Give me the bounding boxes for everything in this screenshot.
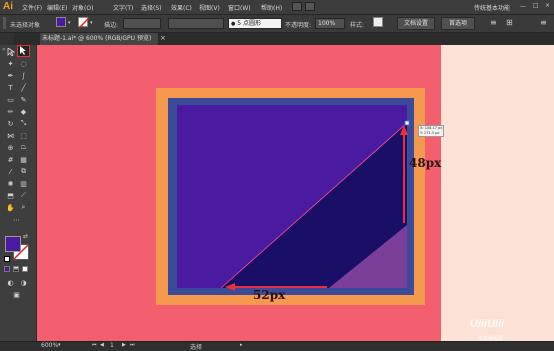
hand-icon[interactable]: ✋ [6, 203, 15, 212]
stroke-weight-field[interactable] [123, 18, 161, 29]
pencil-icon[interactable]: ✏ [6, 107, 15, 116]
magic-wand-icon[interactable]: ✦ [6, 59, 15, 68]
first-artboard-icon[interactable]: ⏮ [92, 342, 97, 348]
opacity-label: 不透明度: [285, 22, 312, 29]
document-tab-title: 未标题-1.ai* @ 600% (RGB/GPU 预览) [42, 35, 152, 42]
status-bar [0, 341, 554, 350]
chevron-right-icon[interactable]: ▸ [240, 342, 243, 348]
chevron-down-icon[interactable]: ▾ [68, 20, 71, 26]
panel-menu-icon[interactable]: ≡ [540, 18, 547, 27]
maximize-icon[interactable]: □ [533, 2, 539, 9]
paintbrush-icon[interactable]: ✎ [19, 95, 28, 104]
coordinate-readout: X: 108.17 px Y: 271.3 px [418, 125, 444, 137]
last-artboard-icon[interactable]: ⏭ [130, 342, 135, 348]
menu-file[interactable]: 文件(F) [22, 3, 42, 12]
preferences-button[interactable]: 首选项 [441, 17, 475, 30]
menu-help[interactable]: 帮助(H) [261, 3, 282, 12]
workspace-switcher[interactable]: 传统基本功能 [474, 3, 510, 12]
selection-arrow-filled [20, 46, 26, 55]
transform-icon[interactable]: ⊞ [506, 18, 516, 28]
anchor-point[interactable] [404, 120, 410, 126]
close-tab-icon[interactable]: × [160, 34, 166, 42]
align-icon[interactable]: ≡ [490, 18, 500, 28]
slice-icon[interactable]: ⟋ [19, 191, 28, 200]
lasso-icon[interactable]: ◌ [19, 59, 28, 68]
line-icon[interactable]: ╱ [19, 83, 28, 92]
fill-color-swatch[interactable] [56, 17, 66, 27]
width-icon[interactable]: ⋈ [6, 131, 15, 140]
zoom-level[interactable]: 600% [41, 342, 58, 349]
mesh-icon[interactable]: # [6, 155, 15, 164]
chevron-down-icon[interactable]: ▾ [90, 20, 93, 26]
artboard-icon[interactable]: ⬒ [6, 191, 15, 200]
menu-edit[interactable]: 编辑(E) [47, 3, 67, 12]
bridge-icon[interactable] [292, 2, 302, 11]
swap-fill-stroke-icon[interactable]: ⇄ [23, 233, 28, 240]
selection-arrow-outline [7, 47, 15, 56]
more-tools-icon[interactable]: ⋯ [12, 215, 21, 224]
document-setup-button[interactable]: 文档设置 [397, 17, 435, 30]
free-transform-icon[interactable]: ⬚ [19, 131, 28, 140]
opacity-field[interactable]: 100% [315, 18, 345, 29]
brush-label: 5 点圆形 [237, 20, 262, 27]
vertical-offset-label: 48px [409, 156, 442, 170]
app-logo: Ai [3, 1, 13, 12]
none-mode-icon[interactable] [22, 266, 28, 272]
prev-artboard-icon[interactable]: ◀ [100, 342, 104, 348]
readout-y: Y: 271.3 px [420, 131, 440, 135]
menu-type[interactable]: 文字(T) [113, 3, 133, 12]
screen-mode-icon[interactable]: ▣ [12, 290, 21, 299]
eraser-icon[interactable]: ◆ [19, 107, 28, 116]
chevron-down-icon[interactable]: ▾ [58, 342, 61, 348]
no-stroke-icon [78, 17, 90, 29]
artboard-number[interactable]: 1 [110, 342, 114, 349]
drawing-mode-inside-icon[interactable]: ◑ [19, 278, 28, 287]
document-tab[interactable]: 未标题-1.ai* @ 600% (RGB/GPU 预览) [40, 33, 158, 45]
arrange-docs-icon[interactable] [305, 2, 315, 11]
artwork [156, 88, 425, 305]
menu-window[interactable]: 窗口(W) [228, 3, 251, 12]
pen-icon[interactable]: ✒ [6, 71, 15, 80]
selection-tool-icon[interactable] [6, 47, 15, 56]
next-artboard-icon[interactable]: ▶ [122, 342, 126, 348]
panel-grip-icon [3, 17, 6, 29]
bullet-icon: ● [231, 21, 236, 27]
style-label: 样式: [350, 22, 365, 29]
color-mode-icon[interactable] [4, 266, 10, 272]
blend-icon[interactable]: ⧉ [19, 167, 28, 176]
perspective-icon[interactable]: ⏢ [19, 143, 28, 152]
brush-definition-select[interactable]: ● 5 点圆形 [228, 18, 282, 29]
menu-effect[interactable]: 效果(C) [171, 3, 192, 12]
zoom-icon[interactable]: ⌕ [19, 203, 28, 212]
rectangle-icon[interactable]: ▭ [6, 95, 15, 104]
draw-mode-icon[interactable]: ◐ [6, 278, 15, 287]
graphic-style-swatch[interactable] [373, 17, 383, 27]
fill-indicator[interactable] [5, 236, 21, 252]
scale-icon[interactable]: ⤡ [19, 119, 28, 128]
eyedropper-icon[interactable]: ⁄ [6, 167, 15, 176]
type-icon[interactable]: T [6, 83, 15, 92]
gradient-mode-icon[interactable] [13, 266, 19, 272]
watermark-logo: UiiiUiii [470, 318, 505, 330]
direct-selection-tool-icon[interactable] [17, 45, 30, 57]
stroke-color-swatch[interactable] [78, 17, 90, 29]
menu-object[interactable]: 对象(O) [72, 3, 93, 12]
graph-icon[interactable]: ▥ [19, 179, 28, 188]
selection-status: 未选择对象 [10, 22, 41, 29]
variable-width-profile[interactable] [168, 18, 224, 29]
close-window-icon[interactable]: × [545, 2, 550, 9]
gradient-icon[interactable]: ▦ [19, 155, 28, 164]
horizontal-offset-label: 52px [253, 288, 286, 302]
rotate-icon[interactable]: ↻ [6, 119, 15, 128]
menu-select[interactable]: 选择(S) [141, 3, 162, 12]
stroke-label: 描边: [104, 22, 119, 29]
curvature-icon[interactable]: ∫ [19, 71, 28, 80]
shape-builder-icon[interactable]: ⊕ [6, 143, 15, 152]
minimize-icon[interactable]: — [520, 3, 526, 10]
symbol-sprayer-icon[interactable]: ✺ [6, 179, 15, 188]
menu-view[interactable]: 视图(V) [199, 3, 220, 12]
default-colors-icon[interactable] [4, 256, 10, 262]
